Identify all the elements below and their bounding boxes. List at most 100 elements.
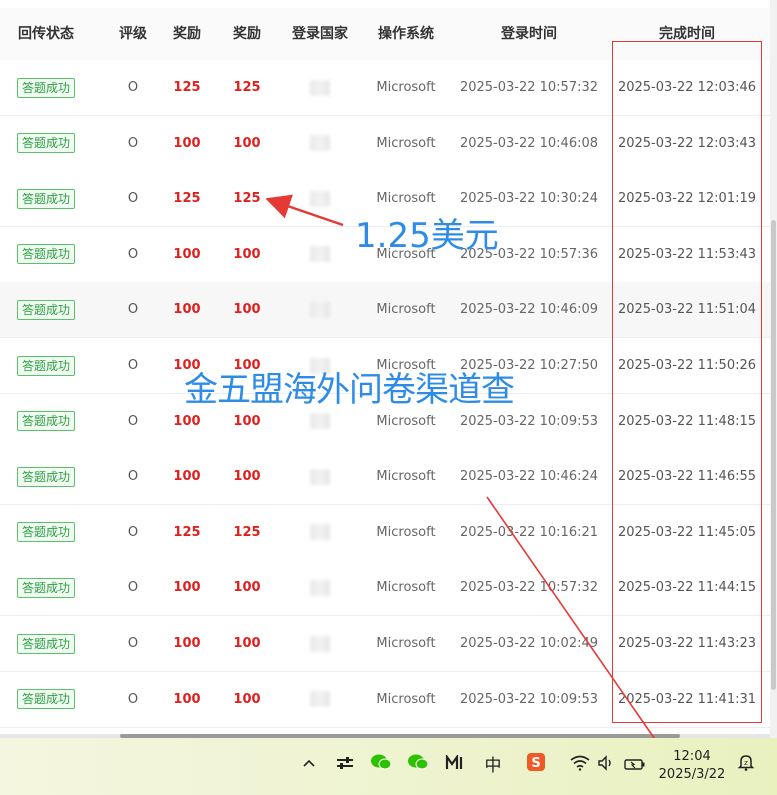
col-header-reward-2[interactable]: 奖励 <box>220 8 274 60</box>
status-cell: 答题成功 <box>0 672 92 727</box>
table-row[interactable]: 答题成功 O 100 100 Microsoft 2025-03-22 10:02:49 2… <box>0 616 770 672</box>
reward-cell-2: 100 <box>233 580 261 596</box>
col-header-complete-time[interactable]: 完成时间 <box>616 8 758 60</box>
system-clock[interactable]: 12:04 2025/3/22 <box>656 748 728 784</box>
reward-cell: 100 <box>173 246 201 262</box>
os-cell: Microsoft <box>376 524 436 540</box>
reward-cell: 100 <box>173 302 201 318</box>
reward-cell: 100 <box>173 469 201 485</box>
sogou-icon[interactable]: S <box>522 752 550 780</box>
chevron-up-icon[interactable] <box>295 752 323 780</box>
reward-cell-2: 100 <box>233 135 261 151</box>
complete-time-cell: 2025-03-22 11:44:15 <box>617 580 757 596</box>
watermark-annotation: 金五盟海外问卷渠道查 <box>184 370 515 410</box>
os-cell: Microsoft <box>376 636 436 651</box>
country-cell <box>290 60 350 115</box>
table-header: 回传状态 评级 奖励 奖励 登录国家 操作系统 登录时间 完成时间 <box>0 8 770 61</box>
table-row[interactable]: 答题成功 O 100 100 Microsoft 2025-03-22 10:46:09 2… <box>0 282 770 339</box>
status-badge: 答题成功 <box>16 466 75 487</box>
complete-time-cell: 2025-03-22 11:43:23 <box>617 636 757 651</box>
status-badge: 答题成功 <box>16 577 75 598</box>
status-badge: 答题成功 <box>16 355 75 376</box>
ime-zhong-icon[interactable]: 中 <box>479 752 507 780</box>
os-cell: Microsoft <box>376 580 436 596</box>
status-badge: 答题成功 <box>16 411 75 432</box>
table-row[interactable]: 答题成功 O 100 100 Microsoft 2025-03-22 10:46:08 2… <box>0 115 770 172</box>
table-row[interactable]: 答题成功 O 100 100 Microsoft 2025-03-22 10:46:24 2… <box>0 449 770 506</box>
complete-time-cell: 2025-03-22 11:51:04 <box>617 302 757 318</box>
notification-bell-icon[interactable]: z <box>732 752 760 780</box>
country-cell <box>290 282 350 337</box>
battery-icon[interactable] <box>621 752 649 780</box>
svg-text:z: z <box>744 759 748 767</box>
redacted-country <box>310 301 330 318</box>
vertical-scrollbar-thumb[interactable] <box>771 220 776 690</box>
status-badge: 答题成功 <box>16 689 75 710</box>
status-cell: 答题成功 <box>0 449 92 504</box>
status-badge: 答题成功 <box>16 299 75 320</box>
redacted-country <box>310 468 330 485</box>
rating-cell: O <box>127 191 139 207</box>
complete-time-cell: 2025-03-22 11:45:05 <box>617 524 757 540</box>
taskbar: 中 S 12:04 2025/3/22 z <box>0 738 777 795</box>
table-row[interactable]: 答题成功 O 125 125 Microsoft 2025-03-22 10:57:32 2… <box>0 60 770 116</box>
rating-cell: O <box>127 580 139 596</box>
clock-date: 2025/3/22 <box>658 767 726 782</box>
redacted-country <box>310 691 330 708</box>
login-time-cell: 2025-03-22 10:09:53 <box>459 691 599 707</box>
rating-cell: O <box>127 246 139 262</box>
os-cell: Microsoft <box>376 80 436 95</box>
col-header-login-time[interactable]: 登录时间 <box>458 8 600 60</box>
reward-cell-2: 125 <box>233 524 261 540</box>
volume-icon[interactable] <box>593 752 621 780</box>
login-time-cell: 2025-03-22 10:57:32 <box>459 80 599 95</box>
complete-time-cell: 2025-03-22 11:53:43 <box>617 246 757 262</box>
country-cell <box>290 116 350 171</box>
country-cell <box>290 171 350 226</box>
status-cell: 答题成功 <box>0 227 92 282</box>
table-row[interactable]: 答题成功 O 100 100 Microsoft 2025-03-22 10:09:53 2… <box>0 671 770 728</box>
rating-cell: O <box>127 302 139 318</box>
login-time-cell: 2025-03-22 10:46:08 <box>459 135 599 151</box>
status-cell: 答题成功 <box>0 282 92 337</box>
complete-time-cell: 2025-03-22 12:01:19 <box>617 191 757 207</box>
reward-cell-2: 125 <box>233 191 261 207</box>
rating-cell: O <box>127 358 139 373</box>
os-cell: Microsoft <box>376 469 436 485</box>
sliders-icon[interactable] <box>331 752 359 780</box>
redacted-country <box>310 635 330 652</box>
ime-label: 中 <box>484 756 502 776</box>
col-header-reward[interactable]: 奖励 <box>160 8 214 60</box>
complete-time-cell: 2025-03-22 11:41:31 <box>617 691 757 707</box>
wechat-icon[interactable] <box>367 752 395 780</box>
redacted-country <box>310 413 330 430</box>
login-time-cell: 2025-03-22 10:46:24 <box>459 469 599 485</box>
status-badge: 答题成功 <box>16 133 75 154</box>
status-cell: 答题成功 <box>0 116 92 171</box>
os-cell: Microsoft <box>376 691 436 707</box>
login-time-cell: 2025-03-22 10:57:32 <box>459 580 599 596</box>
app-m-icon[interactable] <box>441 752 469 780</box>
rating-cell: O <box>127 80 139 95</box>
table-row[interactable]: 答题成功 O 100 100 Microsoft 2025-03-22 10:57:32 2… <box>0 560 770 617</box>
table-row[interactable]: 答题成功 O 125 125 Microsoft 2025-03-22 10:16:21 2… <box>0 504 770 561</box>
status-badge: 答题成功 <box>16 77 75 98</box>
rating-cell: O <box>127 636 139 651</box>
wifi-icon[interactable] <box>566 752 594 780</box>
rating-cell: O <box>127 413 139 429</box>
col-header-rating[interactable]: 评级 <box>100 8 166 60</box>
country-cell <box>290 505 350 560</box>
reward-cell-2: 100 <box>233 691 261 707</box>
col-header-os[interactable]: 操作系统 <box>366 8 446 60</box>
complete-time-cell: 2025-03-22 11:48:15 <box>617 413 757 429</box>
redacted-country <box>310 190 330 207</box>
redacted-country <box>310 135 330 152</box>
col-header-country[interactable]: 登录国家 <box>282 8 358 60</box>
login-time-cell: 2025-03-22 10:46:09 <box>459 302 599 318</box>
col-header-status[interactable]: 回传状态 <box>0 8 92 60</box>
redacted-country <box>310 246 330 263</box>
status-cell: 答题成功 <box>0 394 92 449</box>
reward-cell-2: 100 <box>233 636 261 651</box>
wechat-alt-icon[interactable] <box>404 752 432 780</box>
reward-annotation: 1.25美元 <box>355 216 499 256</box>
